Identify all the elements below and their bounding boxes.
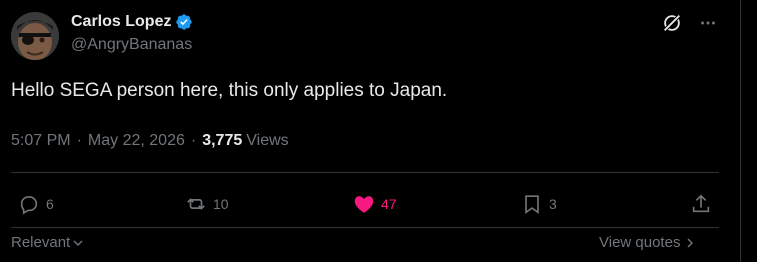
more-icon bbox=[701, 21, 715, 25]
reply-icon bbox=[20, 196, 38, 215]
chevron-right-icon bbox=[687, 238, 694, 247]
bookmark-button[interactable]: 3 bbox=[521, 190, 557, 218]
repost-count: 10 bbox=[213, 196, 229, 212]
divider bbox=[11, 172, 719, 173]
reply-count: 6 bbox=[46, 196, 54, 212]
author-handle[interactable]: @AngryBananas bbox=[71, 36, 192, 54]
share-button[interactable] bbox=[690, 190, 712, 218]
column-border bbox=[740, 0, 741, 262]
bookmark-count: 3 bbox=[549, 196, 557, 212]
avatar-image bbox=[11, 12, 59, 60]
tweet-time[interactable]: 5:07 PM bbox=[11, 132, 71, 150]
divider bbox=[11, 227, 719, 228]
repost-icon bbox=[187, 198, 205, 210]
share-icon bbox=[692, 194, 710, 213]
meta-separator: · bbox=[76, 132, 82, 149]
tweet-meta: 5:07 PM · May 22, 2026 · 3,775 Views bbox=[11, 132, 289, 150]
author-name[interactable]: Carlos Lopez bbox=[71, 13, 171, 31]
avatar[interactable] bbox=[11, 12, 59, 60]
like-button[interactable]: 47 bbox=[353, 190, 397, 218]
grok-icon bbox=[663, 14, 681, 32]
sort-label: Relevant bbox=[11, 234, 71, 251]
views-label: Views bbox=[246, 132, 289, 149]
like-count: 47 bbox=[381, 196, 397, 212]
grok-button[interactable] bbox=[661, 12, 683, 34]
more-button[interactable] bbox=[697, 12, 719, 34]
tweet-date[interactable]: May 22, 2026 bbox=[88, 132, 185, 150]
views-count: 3,775 bbox=[202, 132, 243, 149]
view-quotes-link[interactable]: View quotes bbox=[599, 234, 696, 251]
repost-button[interactable]: 10 bbox=[185, 190, 229, 218]
view-quotes-label: View quotes bbox=[599, 234, 681, 251]
verified-badge-icon bbox=[176, 14, 193, 30]
author-name-row[interactable]: Carlos Lopez bbox=[71, 13, 193, 31]
chevron-down-icon bbox=[73, 240, 83, 246]
tweet-text: Hello SEGA person here, this only applie… bbox=[11, 80, 448, 101]
bookmark-icon bbox=[525, 195, 539, 214]
like-icon bbox=[354, 196, 374, 213]
sort-replies-button[interactable]: Relevant bbox=[11, 234, 84, 251]
meta-separator: · bbox=[190, 132, 197, 149]
reply-button[interactable]: 6 bbox=[18, 190, 54, 218]
